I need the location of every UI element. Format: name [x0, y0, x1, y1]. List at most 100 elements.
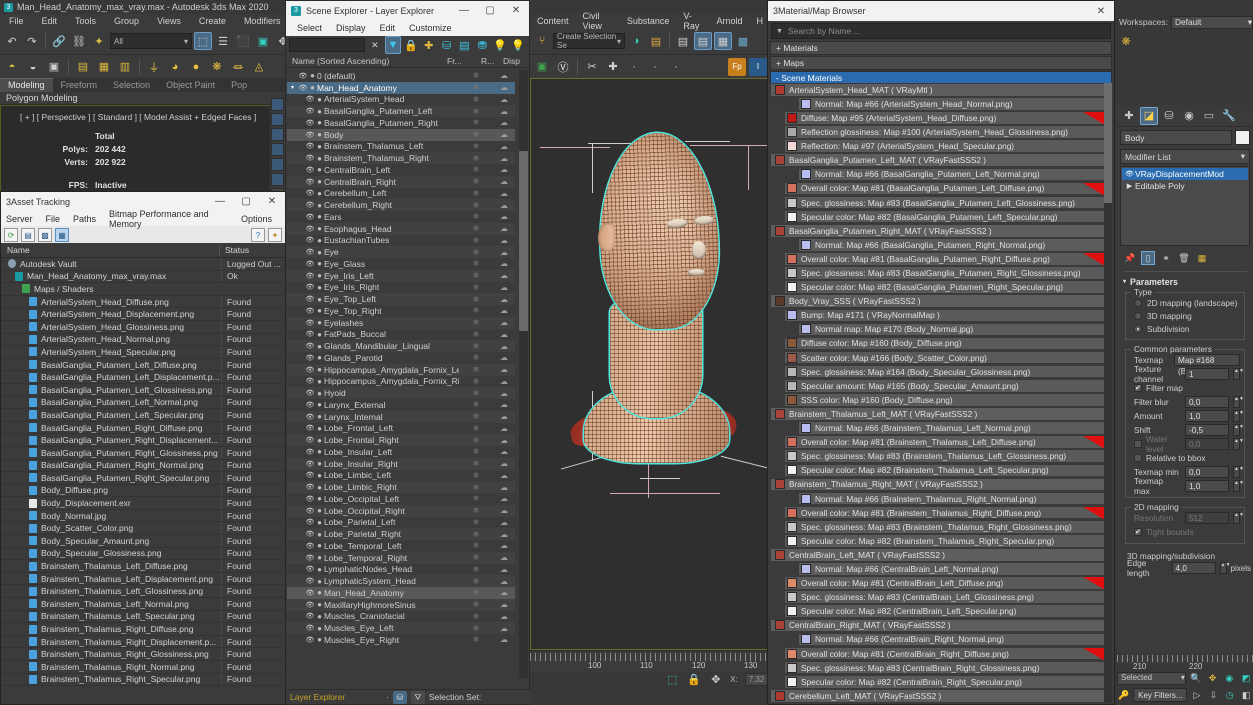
visibility-eye-icon[interactable]: 👁 — [305, 460, 315, 468]
asset-row[interactable]: BasalGanglia_Putamen_Left_Glossiness.png… — [1, 384, 287, 397]
map-row[interactable]: Scatter color: Map #166 (Body_Scatter_Co… — [784, 350, 1106, 365]
mirror-icon[interactable]: ◓ — [3, 58, 21, 76]
scene-explorer-row[interactable]: 👁 ● Lobe_Insular_Left ❄ ☁ — [287, 446, 515, 458]
visibility-eye-icon[interactable]: 👁 — [305, 189, 315, 197]
visibility-eye-icon[interactable]: 👁 — [305, 471, 315, 479]
visibility-eye-icon[interactable]: 👁 — [305, 119, 315, 127]
asset-tracking-rows[interactable]: Autodesk Vault Logged Out ... Man_Head_Ana… — [1, 258, 287, 704]
align-icon[interactable]: ◒ — [24, 58, 42, 76]
freeze-icon[interactable]: ❄ — [459, 212, 493, 221]
render-toggle-icon[interactable]: ☁ — [493, 530, 515, 539]
render-toggle-icon[interactable]: ☁ — [493, 165, 515, 174]
scene-explorer-row[interactable]: 👁 ● Cerebellum_Left ❄ ☁ — [287, 188, 515, 200]
modifier-list-combo[interactable]: Modifier List ▾ — [1120, 149, 1250, 164]
material-row[interactable]: BasalGanglia_Putamen_Left_MAT ( VRayFast… — [770, 153, 1106, 168]
freeze-icon[interactable]: ❄ — [459, 142, 493, 151]
options-icon[interactable]: ✦ — [268, 227, 282, 242]
map-row[interactable]: Spec. glossiness: Map #83 (CentralBrain_… — [784, 660, 1106, 675]
scene-explorer-row[interactable]: 👁 ● Esophagus_Head ❄ ☁ — [287, 222, 515, 235]
parameter-value[interactable]: 0,0 — [1185, 466, 1229, 478]
visibility-eye-icon[interactable]: 👁 — [305, 166, 315, 174]
scene-explorer-row[interactable]: 👁 ● Lobe_Parietal_Left ❄ ☁ — [287, 517, 515, 529]
render-toggle-icon[interactable]: ☁ — [493, 306, 515, 315]
freeze-icon[interactable]: ❄ — [459, 553, 493, 562]
scene-explorer-row[interactable]: 👁 ● Lobe_Temporal_Right ❄ ☁ — [287, 551, 515, 564]
visibility-eye-icon[interactable]: 👁 — [305, 554, 315, 562]
named-selection-sets-icon[interactable]: ⑂ — [533, 32, 551, 50]
select-by-name-icon[interactable]: ☰ — [214, 32, 232, 50]
freeze-icon[interactable]: ❄ — [459, 377, 493, 386]
scene-explorer-row[interactable]: 👁 ● EustachianTubes ❄ ☁ — [287, 235, 515, 247]
render-toggle-icon[interactable]: ☁ — [493, 271, 515, 280]
at-menu-paths[interactable]: Paths — [73, 214, 109, 224]
ribbon-tab-pop[interactable]: Pop — [223, 79, 255, 92]
freeze-icon[interactable]: ❄ — [459, 259, 493, 268]
render-toggle-icon[interactable]: ☁ — [493, 154, 515, 163]
visibility-eye-icon[interactable]: 👁 — [305, 436, 315, 444]
map-row[interactable]: Reflection: Map #97 (ArterialSystem_Head… — [784, 139, 1106, 153]
render-toggle-icon[interactable]: ☁ — [493, 248, 515, 257]
asset-tracking-toolbar[interactable]: ⟳ ▤ ▩ ▦ ? ✦ — [1, 226, 285, 243]
snapshot-icon[interactable]: ▣ — [45, 58, 63, 76]
pan-icon[interactable]: ✥ — [1206, 671, 1220, 685]
scene-explorer-row[interactable]: 👁 ● Eye_Glass ❄ ☁ — [287, 258, 515, 270]
align-tool-icon[interactable]: ▤ — [647, 32, 665, 50]
parameter-row[interactable]: Edge length 4,0 ▲▼ pixels — [1123, 558, 1251, 578]
map-row[interactable]: Overall color: Map #81 (BasalGanglia_Put… — [784, 252, 1106, 267]
layer-view-toggle[interactable]: ⛁ — [392, 690, 407, 704]
freeze-icon[interactable]: ❄ — [459, 600, 493, 609]
scene-explorer-row[interactable]: 👁 ● Cerebellum_Right ❄ ☁ — [287, 199, 515, 211]
pen-icon[interactable] — [271, 173, 284, 186]
asset-tracking-window[interactable]: 3 Asset Tracking — ▢ ✕ Server File Paths Bi… — [0, 191, 287, 705]
map-row[interactable]: Specular color: Map #82 (CentralBrain_Ri… — [784, 674, 1106, 689]
material-group-maps[interactable]: + Maps — [770, 56, 1112, 70]
parameter-value[interactable]: 1,0 — [1185, 410, 1229, 422]
freeze-icon[interactable]: ❄ — [459, 624, 493, 633]
freeze-icon[interactable]: ❄ — [459, 353, 493, 362]
tab-create[interactable]: ✚ — [1120, 107, 1138, 125]
freeze-icon[interactable]: ❄ — [459, 201, 493, 210]
key-filters-button[interactable]: Key Filters... — [1133, 688, 1188, 702]
asset-row[interactable]: Brainstem_Thalamus_Right_Specular.png Fou… — [1, 674, 287, 687]
scene-explorer-row[interactable]: 👁 ● ArterialSystem_Head ❄ ☁ — [287, 94, 515, 106]
visibility-eye-icon[interactable]: 👁 — [305, 542, 315, 550]
particle-icon[interactable]: ◬ — [250, 58, 268, 76]
render-toggle-icon[interactable]: ☁ — [493, 318, 515, 327]
visibility-eye-icon[interactable]: 👁 — [298, 84, 308, 92]
render-toggle-icon[interactable]: ☁ — [493, 389, 515, 398]
viewport-status-row[interactable]: ⬚ 🔒 ✥ X: 7,32 — [530, 668, 780, 690]
map-row[interactable]: Reflection glossiness: Map #100 (Arteria… — [784, 125, 1106, 139]
freeze-icon[interactable]: ❄ — [459, 471, 493, 480]
menu-item-views[interactable]: Views — [148, 14, 190, 28]
command-panel-tabs[interactable]: ✚ ◪ ⛁ ◉ ▭ 🔧 — [1117, 105, 1253, 127]
visibility-eye-icon[interactable]: 👁 — [305, 636, 315, 644]
asset-row[interactable]: BasalGanglia_Putamen_Right_Diffuse.png Fo… — [1, 422, 287, 435]
freeze-icon[interactable]: ❄ — [459, 588, 493, 597]
tab-utilities[interactable]: 🔧 — [1220, 107, 1238, 125]
material-row[interactable]: Brainstem_Thalamus_Left_MAT ( VRayFastSS… — [770, 407, 1106, 421]
checkbox-icon[interactable]: ✔ — [1134, 528, 1142, 536]
menu-item-group[interactable]: Group — [105, 14, 148, 28]
parameter-row[interactable]: Relative to bbox — [1130, 451, 1240, 465]
se-menu-edit[interactable]: Edit — [373, 23, 403, 33]
unlink-icon[interactable]: ⛓ — [70, 32, 88, 50]
material-browser-list[interactable]: ArterialSystem_Head_MAT ( VRayMtl ) Norma… — [770, 83, 1106, 703]
render-toggle-icon[interactable]: ☁ — [493, 295, 515, 304]
visibility-eye-icon[interactable]: 👁 — [305, 483, 315, 491]
spinner-icon[interactable]: ▲▼ — [1233, 438, 1244, 450]
menu-item-tools[interactable]: Tools — [66, 14, 105, 28]
at-menu-bitmap-performance-and-memory[interactable]: Bitmap Performance and Memory — [109, 209, 241, 229]
asset-row[interactable]: Body_Specular_Amaunt.png Found — [1, 535, 287, 548]
freeze-icon[interactable]: ❄ — [459, 83, 493, 92]
freeze-icon[interactable]: ❄ — [459, 118, 493, 127]
forward-plus-icon[interactable]: Fp — [728, 57, 746, 76]
render-toggle-icon[interactable]: ☁ — [493, 342, 515, 351]
render-toggle-icon[interactable]: ☁ — [493, 400, 515, 409]
spinner-icon[interactable]: ▲▼ — [1233, 424, 1244, 436]
spinner-icon[interactable]: ▲▼ — [1233, 480, 1244, 492]
visibility-eye-icon[interactable]: 👁 — [305, 178, 315, 186]
asset-row[interactable]: ArterialSystem_Head_Normal.png Found — [1, 334, 287, 347]
parameter-row[interactable]: Resolution 512 ▲▼ — [1130, 511, 1244, 525]
tab-motion[interactable]: ◉ — [1180, 107, 1198, 125]
render-toggle-icon[interactable]: ☁ — [493, 212, 515, 221]
